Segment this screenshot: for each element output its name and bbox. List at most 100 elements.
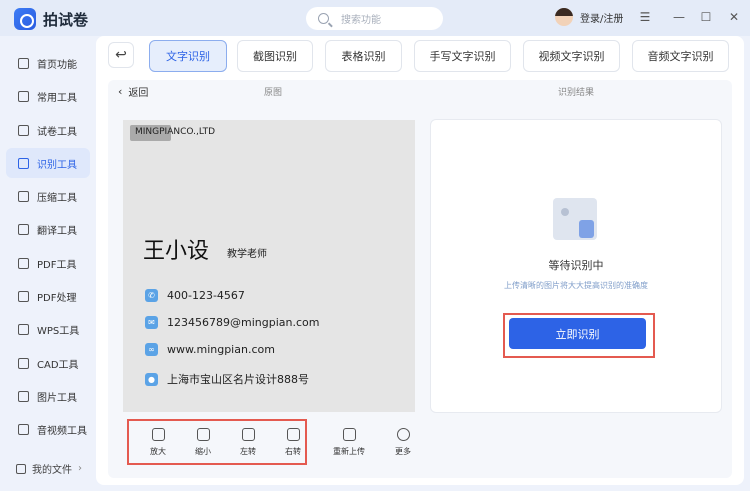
tool-label: 右转 (285, 447, 301, 456)
link-icon: ∞ (145, 343, 158, 356)
workspace: ‹ 返回 原图 识别结果 MINGPIANCO.,LTD 王小设 教学老师 ✆ … (108, 80, 732, 478)
menu-icon[interactable]: ☰ (637, 9, 653, 25)
tab-handwriting-recognition[interactable]: 手写文字识别 (414, 40, 511, 72)
card-address: 上海市宝山区名片设计888号 (167, 373, 309, 386)
tab-screenshot-recognition[interactable]: 截图识别 (237, 40, 313, 72)
card-email: 123456789@mingpian.com (167, 316, 320, 329)
sidebar-item-label: WPS工具 (37, 325, 80, 337)
scan-icon (18, 157, 29, 169)
sidebar-item-label: 图片工具 (37, 392, 77, 404)
card-website-row: ∞ www.mingpian.com (145, 343, 275, 356)
zoom-out-icon (196, 428, 210, 441)
search-box[interactable]: 搜索功能 (306, 7, 443, 30)
search-placeholder: 搜索功能 (341, 15, 381, 26)
reupload-icon (342, 428, 356, 441)
chevron-right-icon: › (78, 463, 82, 474)
rotate-right-icon (286, 428, 300, 441)
tool-label: 重新上传 (333, 447, 365, 456)
original-title: 原图 (264, 88, 283, 98)
sidebar-item-label: 识别工具 (37, 159, 77, 171)
email-icon: ✉ (145, 316, 158, 329)
card-email-row: ✉ 123456789@mingpian.com (145, 316, 319, 329)
sidebar-item-label: PDF工具 (37, 259, 77, 271)
rotate-left-button[interactable]: 左转 (228, 428, 268, 457)
sidebar-item-exam-tools[interactable]: 试卷工具 (6, 115, 90, 145)
my-files-label: 我的文件 (32, 465, 72, 476)
my-files-link[interactable]: 我的文件 › (16, 461, 82, 476)
rotate-left-icon (241, 428, 255, 441)
sidebar-item-translate-tools[interactable]: 翻译工具 (6, 214, 90, 244)
sidebar-item-compress-tools[interactable]: 压缩工具 (6, 181, 90, 211)
sidebar-item-cad-tools[interactable]: CAD工具 (6, 348, 90, 378)
sidebar-item-image-tools[interactable]: 图片工具 (6, 381, 90, 411)
maximize-button[interactable]: ☐ (698, 9, 714, 25)
reupload-button[interactable]: 重新上传 (329, 428, 369, 457)
compress-icon (18, 190, 29, 202)
tool-label: 左转 (240, 447, 256, 456)
tab-audio-text-recognition[interactable]: 音频文字识别 (632, 40, 729, 72)
app-logo-icon (14, 8, 36, 30)
sidebar-item-pdf-tools[interactable]: PDF工具 (6, 248, 90, 278)
location-icon: ● (145, 372, 158, 386)
pdf-icon (18, 257, 29, 269)
folder-icon (16, 463, 26, 474)
image-placeholder-icon (553, 198, 597, 240)
sidebar-item-media-tools[interactable]: 音视频工具 (6, 414, 90, 444)
rotate-right-button[interactable]: 右转 (273, 428, 313, 457)
sidebar-item-label: 音视频工具 (37, 425, 87, 437)
hint-text: 上传清晰的图片将大大提高识别的准确度 (504, 281, 648, 290)
card-phone: 400-123-4567 (167, 289, 245, 302)
sidebar-item-recognition-tools[interactable]: 识别工具 (6, 148, 90, 178)
sidebar-item-label: 试卷工具 (37, 126, 77, 138)
image-icon (18, 390, 29, 402)
sidebar-item-label: 翻译工具 (37, 225, 77, 237)
media-icon (18, 423, 29, 435)
zoom-in-button[interactable]: 放大 (138, 428, 178, 457)
close-button[interactable]: ✕ (726, 9, 742, 25)
card-name: 王小设 (143, 239, 210, 264)
result-panel: 等待识别中 上传清晰的图片将大大提高识别的准确度 立即识别 (430, 119, 722, 413)
pdf-process-icon (18, 290, 29, 302)
card-role: 教学老师 (227, 249, 267, 260)
tool-label: 更多 (395, 447, 411, 456)
zoom-out-button[interactable]: 缩小 (183, 428, 223, 457)
phone-icon: ✆ (145, 289, 158, 302)
sidebar-item-common-tools[interactable]: 常用工具 (6, 81, 90, 111)
cad-icon (18, 357, 29, 369)
card-company: MINGPIANCO.,LTD (135, 127, 216, 137)
tool-label: 放大 (150, 447, 166, 456)
tab-table-recognition[interactable]: 表格识别 (325, 40, 402, 72)
avatar[interactable] (555, 8, 573, 26)
sidebar-item-label: 压缩工具 (37, 192, 77, 204)
exam-icon (18, 124, 29, 136)
login-link[interactable]: 登录/注册 (580, 10, 623, 25)
tab-video-text-recognition[interactable]: 视频文字识别 (523, 40, 620, 72)
layers-icon (18, 90, 29, 102)
chevron-left-icon: ‹ (118, 85, 123, 98)
sidebar-item-home[interactable]: 首页功能 (6, 48, 90, 78)
app-name: 拍试卷 (43, 10, 89, 29)
recognize-button[interactable]: 立即识别 (509, 318, 646, 349)
status-text: 等待识别中 (548, 259, 604, 272)
home-icon (18, 57, 29, 69)
sidebar-item-pdf-process[interactable]: PDF处理 (6, 281, 90, 311)
wps-icon (18, 323, 29, 335)
card-website: www.mingpian.com (167, 343, 275, 356)
tab-text-recognition[interactable]: 文字识别 (149, 40, 227, 72)
sidebar: 首页功能 常用工具 试卷工具 识别工具 压缩工具 翻译工具 PDF工具 PDF处… (0, 36, 96, 491)
result-title: 识别结果 (558, 88, 595, 98)
main-panel: ↩ 文字识别 截图识别 表格识别 手写文字识别 视频文字识别 音频文字识别 ‹ … (96, 36, 744, 485)
zoom-in-icon (151, 428, 165, 441)
more-button[interactable]: 更多 (383, 428, 423, 457)
more-icon (396, 428, 410, 441)
sidebar-item-wps-tools[interactable]: WPS工具 (6, 314, 90, 344)
sidebar-item-label: 首页功能 (37, 59, 77, 71)
card-address-row: ● 上海市宝山区名片设计888号 (145, 371, 309, 387)
undo-button[interactable]: ↩ (108, 42, 134, 68)
sidebar-item-label: CAD工具 (37, 359, 79, 371)
back-link[interactable]: ‹ 返回 (118, 84, 148, 99)
card-phone-row: ✆ 400-123-4567 (145, 289, 245, 302)
card-image: MINGPIANCO.,LTD 王小设 教学老师 ✆ 400-123-4567 … (123, 120, 415, 412)
minimize-button[interactable]: — (671, 9, 687, 25)
title-bar: 拍试卷 搜索功能 登录/注册 ☰ — ☐ ✕ (0, 0, 750, 36)
